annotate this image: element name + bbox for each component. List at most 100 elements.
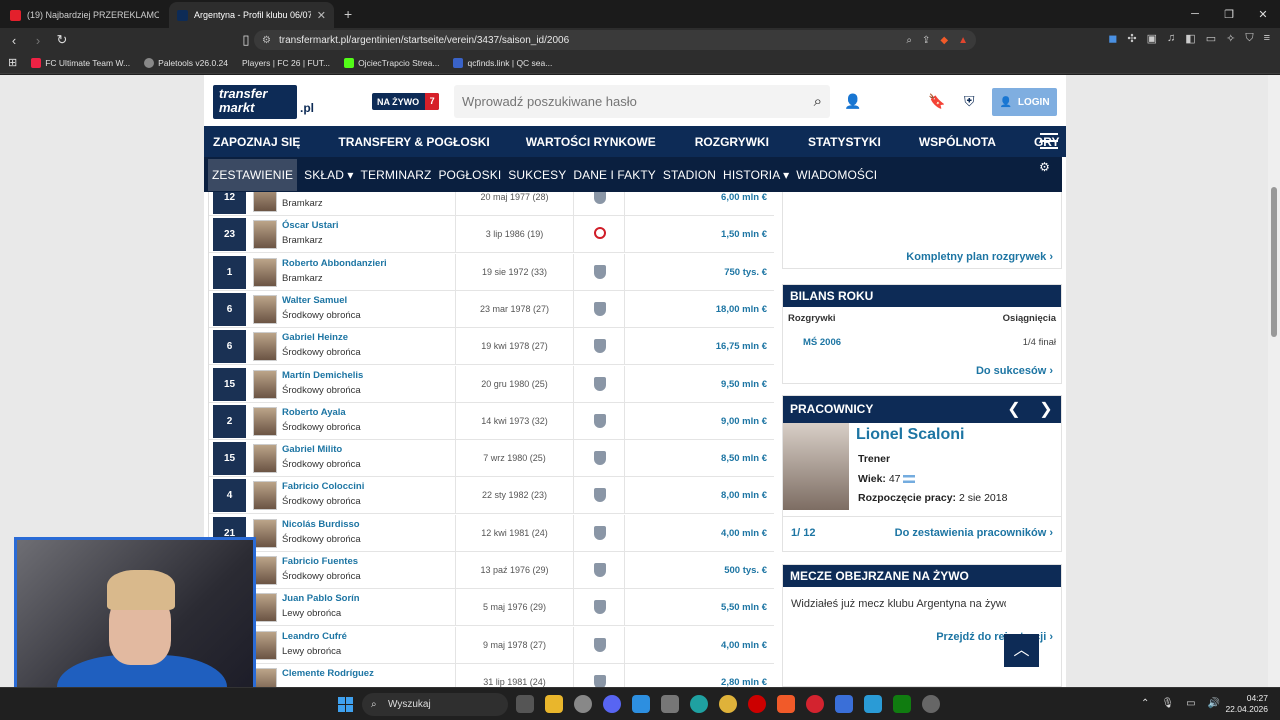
shield-plus-icon[interactable]: ⛨ [964,93,975,110]
brave-shield-icon[interactable]: ◆ [940,35,948,46]
puzzle-icon[interactable]: ✣ [1127,32,1136,45]
market-value[interactable]: 4,00 mln € [721,528,767,539]
club-crest-icon[interactable] [594,451,606,466]
market-value[interactable]: 2,80 mln € [721,677,767,687]
microphone-icon[interactable]: 🎙 [1161,698,1174,709]
market-value[interactable]: 750 tys. € [724,267,767,278]
wallet-icon[interactable]: ▭ [1206,32,1216,45]
player-photo[interactable] [253,667,277,687]
club-crest-icon[interactable] [594,339,606,354]
player-photo[interactable] [253,220,277,250]
browser-tab-transfermarkt[interactable]: Argentyna - Profil klubu 06/07 | ✕ [169,2,334,28]
close-tab-icon[interactable]: ✕ [317,9,326,22]
nav-item[interactable]: WARTOŚCI RYNKOWE [526,135,656,149]
player-photo[interactable] [253,406,277,436]
app-icon[interactable] [661,695,679,713]
edge-icon[interactable] [690,695,708,713]
xbox-icon[interactable] [893,695,911,713]
brave-rewards-icon[interactable]: ▲ [958,35,968,46]
successes-link[interactable]: Do sukcesów › [976,365,1053,377]
market-value[interactable]: 18,00 mln € [716,304,767,315]
opera-icon[interactable] [748,695,766,713]
page-scrollbar[interactable] [1268,75,1280,687]
hamburger-menu-icon[interactable] [1040,133,1058,149]
nav-item[interactable]: ZAPOZNAJ SIĘ [213,135,300,149]
player-name-link[interactable]: Gabriel Milito [282,444,342,455]
market-value[interactable]: 6,00 mln € [721,192,767,203]
leo-icon[interactable]: ✧ [1226,32,1235,45]
bookmark-item[interactable]: OjciecTrapcio Strea... [344,57,439,68]
app-icon[interactable] [574,695,592,713]
subnav-item[interactable]: STADION [663,168,716,182]
login-button[interactable]: 👤 LOGIN [992,88,1057,116]
market-value[interactable]: 4,00 mln € [721,640,767,651]
search-input[interactable] [454,85,784,118]
staff-list-link[interactable]: Do zestawienia pracowników › [895,527,1053,539]
brave-icon[interactable] [777,695,795,713]
market-value[interactable]: 5,50 mln € [721,602,767,613]
browser-tab-youtube[interactable]: (19) Najbardziej PRZEREKLAMOWAN [2,2,167,28]
player-name-link[interactable]: Nicolás Burdisso [282,519,360,530]
staff-photo[interactable] [783,423,849,510]
next-arrow-icon[interactable]: ❯ [1031,396,1061,423]
market-value[interactable]: 9,50 mln € [721,379,767,390]
bookmark-item[interactable]: FC Ultimate Team W... [31,57,130,68]
scrollbar-thumb[interactable] [1271,187,1277,337]
player-photo[interactable] [253,192,277,212]
club-crest-icon[interactable] [594,563,606,577]
nav-item[interactable]: STATYSTYKI [808,135,881,149]
player-name-link[interactable]: Clemente Rodríguez [282,668,374,679]
player-photo[interactable] [253,332,277,362]
forward-icon[interactable]: › [28,33,48,48]
club-crest-icon[interactable] [594,525,606,540]
nav-item[interactable]: TRANSFERY & POGŁOSKI [338,135,489,149]
country-selector[interactable]: .pl [300,101,314,115]
nav-item[interactable]: ROZGRYWKI [695,135,769,149]
subnav-item[interactable]: HISTORIA ▾ [723,168,789,182]
chrome-icon[interactable] [719,695,737,713]
player-photo[interactable] [253,444,277,474]
player-name-link[interactable]: Fabricio Fuentes [282,556,358,567]
market-value[interactable]: 8,50 mln € [721,453,767,464]
player-name-link[interactable]: Roberto Abbondanzieri [282,258,387,269]
market-value[interactable]: 16,75 mln € [716,341,767,352]
windows-start-icon[interactable] [338,697,353,712]
volume-icon[interactable]: 🔊 [1208,698,1220,709]
club-crest-icon[interactable] [594,301,606,316]
app-icon[interactable] [835,695,853,713]
player-photo[interactable] [253,593,277,623]
market-value[interactable]: 1,50 mln € [721,229,767,240]
settings-icon[interactable] [922,695,940,713]
player-photo[interactable] [253,481,277,511]
bookmark-item[interactable]: qcfinds.link | QC sea... [453,57,552,68]
club-crest-icon[interactable] [594,637,606,652]
prev-arrow-icon[interactable]: ❮ [999,396,1029,423]
subnav-item-overview[interactable]: ZESTAWIENIE [208,158,298,191]
nav-item[interactable]: WSPÓLNOTA [919,135,996,149]
watchlist-icon[interactable]: 🔖 [928,93,945,110]
player-photo[interactable] [253,294,277,324]
site-settings-icon[interactable]: ⚙ [262,35,271,46]
market-value[interactable]: 9,00 mln € [721,416,767,427]
player-photo[interactable] [253,257,277,287]
club-crest-icon[interactable] [594,488,606,503]
staff-name[interactable]: Lionel Scaloni [856,426,964,444]
player-name-link[interactable]: Óscar Ustari [282,220,339,231]
player-name-link[interactable]: Roberto Ayala [282,407,346,418]
club-crest-icon[interactable] [594,376,606,391]
club-crest-icon[interactable] [594,674,606,687]
player-search-icon[interactable]: 👤 [844,93,861,110]
player-name-link[interactable]: Martín Demichelis [282,370,363,381]
player-photo[interactable] [253,518,277,548]
player-photo[interactable] [253,556,277,585]
subnav-item[interactable]: DANE I FAKTY [573,168,656,182]
address-bar[interactable]: ⚙ transfermarkt.pl/argentinien/startseit… [254,30,976,50]
club-crest-icon[interactable] [594,600,606,615]
url-text[interactable]: transfermarkt.pl/argentinien/startseite/… [279,35,569,46]
no-club-icon[interactable] [594,227,606,240]
minimize-icon[interactable]: ─ [1178,0,1212,28]
task-view-icon[interactable] [516,695,534,713]
player-name-link[interactable]: Juan Pablo Sorín [282,593,360,604]
gear-icon[interactable]: ⚙ [1039,160,1050,174]
subnav-item[interactable]: WIADOMOŚCI [796,168,877,182]
